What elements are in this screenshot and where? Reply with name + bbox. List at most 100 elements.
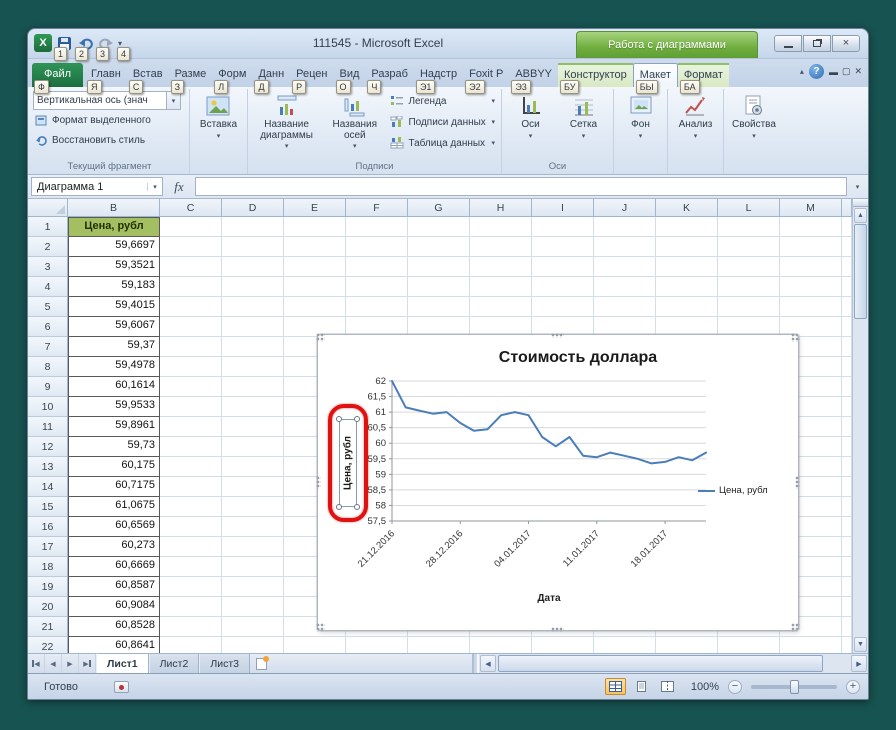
cell-B2[interactable]: 59,6697 bbox=[68, 237, 160, 257]
row-header-15[interactable]: 15 bbox=[28, 497, 68, 517]
cell-E4[interactable] bbox=[284, 277, 346, 297]
insert-sheet-button[interactable] bbox=[250, 654, 274, 673]
cell-B12[interactable]: 59,73 bbox=[68, 437, 160, 457]
properties-button[interactable]: Свойства ▾ bbox=[729, 91, 779, 160]
cell-B11[interactable]: 59,8961 bbox=[68, 417, 160, 437]
column-header-D[interactable]: D bbox=[222, 199, 284, 217]
row-header-12[interactable]: 12 bbox=[28, 437, 68, 457]
sheet-tab-Лист2[interactable]: Лист2 bbox=[149, 654, 200, 673]
cell-B4[interactable]: 59,183 bbox=[68, 277, 160, 297]
column-header-C[interactable]: C bbox=[160, 199, 222, 217]
cell-C20[interactable] bbox=[160, 597, 222, 617]
selection-handle[interactable] bbox=[336, 504, 342, 510]
cell-K3[interactable] bbox=[656, 257, 718, 277]
format-selection-button[interactable]: Формат выделенного bbox=[33, 111, 186, 130]
cell-C16[interactable] bbox=[160, 517, 222, 537]
row-header-1[interactable]: 1 bbox=[28, 217, 68, 237]
cell-D6[interactable] bbox=[222, 317, 284, 337]
cell-E3[interactable] bbox=[284, 257, 346, 277]
first-sheet-button[interactable]: ◀ bbox=[28, 654, 45, 673]
tab-Разме[interactable]: РазмеЗ bbox=[169, 63, 213, 87]
cell-B3[interactable]: 59,3521 bbox=[68, 257, 160, 277]
cell-D5[interactable] bbox=[222, 297, 284, 317]
column-header-J[interactable]: J bbox=[594, 199, 656, 217]
cell-B16[interactable]: 60,6569 bbox=[68, 517, 160, 537]
cell-B7[interactable]: 59,37 bbox=[68, 337, 160, 357]
cell-C2[interactable] bbox=[160, 237, 222, 257]
cell-E1[interactable] bbox=[284, 217, 346, 237]
minimize-button[interactable] bbox=[774, 35, 802, 52]
cell-L3[interactable] bbox=[718, 257, 780, 277]
restore-button[interactable] bbox=[803, 35, 831, 52]
tab-Формат[interactable]: ФорматБА bbox=[678, 63, 729, 87]
select-all-corner[interactable] bbox=[28, 199, 68, 217]
selection-handle[interactable] bbox=[354, 504, 360, 510]
cell-H3[interactable] bbox=[470, 257, 532, 277]
row-header-20[interactable]: 20 bbox=[28, 597, 68, 617]
cell-F22[interactable] bbox=[346, 637, 408, 653]
cell-M5[interactable] bbox=[780, 297, 842, 317]
tab-Рецен[interactable]: РеценР bbox=[290, 63, 333, 87]
cell-C17[interactable] bbox=[160, 537, 222, 557]
insert-function-button[interactable]: fx bbox=[166, 179, 192, 195]
cell-C7[interactable] bbox=[160, 337, 222, 357]
cell-F2[interactable] bbox=[346, 237, 408, 257]
selection-handle[interactable] bbox=[336, 416, 342, 422]
horizontal-scroll-track[interactable] bbox=[497, 655, 850, 672]
cell-G1[interactable] bbox=[408, 217, 470, 237]
workbook-restore-icon[interactable]: ▢ bbox=[842, 66, 851, 77]
cell-C18[interactable] bbox=[160, 557, 222, 577]
cell-D4[interactable] bbox=[222, 277, 284, 297]
cell-D17[interactable] bbox=[222, 537, 284, 557]
data-table-button[interactable]: Таблица данных ▾ bbox=[387, 133, 498, 153]
cell-K22[interactable] bbox=[656, 637, 718, 653]
row-header-10[interactable]: 10 bbox=[28, 397, 68, 417]
cell-B1[interactable]: Цена, рубл bbox=[68, 217, 160, 237]
tab-Файл[interactable]: ФайлФ bbox=[32, 63, 83, 87]
cell-C19[interactable] bbox=[160, 577, 222, 597]
cell-B13[interactable]: 60,175 bbox=[68, 457, 160, 477]
zoom-out-button[interactable]: − bbox=[728, 680, 742, 694]
cell-B5[interactable]: 59,4015 bbox=[68, 297, 160, 317]
row-header-6[interactable]: 6 bbox=[28, 317, 68, 337]
insert-button[interactable]: Вставка ▾ bbox=[197, 91, 240, 160]
next-sheet-button[interactable]: ▶ bbox=[62, 654, 79, 673]
cell-D7[interactable] bbox=[222, 337, 284, 357]
cell-I1[interactable] bbox=[532, 217, 594, 237]
tab-Форм[interactable]: ФормЛ bbox=[212, 63, 252, 87]
chart-legend[interactable]: Цена, рубл bbox=[698, 485, 768, 496]
tab-ABBYY[interactable]: ABBYYЭ3 bbox=[509, 63, 558, 87]
chevron-down-icon[interactable]: ▾ bbox=[166, 92, 180, 109]
last-sheet-button[interactable]: ▶ bbox=[79, 654, 96, 673]
cell-J2[interactable] bbox=[594, 237, 656, 257]
cell-B22[interactable]: 60,8641 bbox=[68, 637, 160, 653]
cell-D13[interactable] bbox=[222, 457, 284, 477]
cell-F3[interactable] bbox=[346, 257, 408, 277]
cell-B19[interactable]: 60,8587 bbox=[68, 577, 160, 597]
cell-B20[interactable]: 60,9084 bbox=[68, 597, 160, 617]
tab-Конструктор[interactable]: КонструкторБУ bbox=[558, 63, 633, 87]
row-header-21[interactable]: 21 bbox=[28, 617, 68, 637]
zoom-slider-thumb[interactable] bbox=[790, 680, 799, 694]
vertical-scrollbar[interactable]: ▲ ▼ bbox=[852, 199, 868, 653]
cell-H1[interactable] bbox=[470, 217, 532, 237]
cell-I2[interactable] bbox=[532, 237, 594, 257]
cell-H4[interactable] bbox=[470, 277, 532, 297]
cell-D15[interactable] bbox=[222, 497, 284, 517]
cell-D8[interactable] bbox=[222, 357, 284, 377]
cell-C3[interactable] bbox=[160, 257, 222, 277]
formula-input[interactable] bbox=[195, 177, 847, 196]
cell-H5[interactable] bbox=[470, 297, 532, 317]
column-header-M[interactable]: M bbox=[780, 199, 842, 217]
cell-I4[interactable] bbox=[532, 277, 594, 297]
row-header-19[interactable]: 19 bbox=[28, 577, 68, 597]
cell-L22[interactable] bbox=[718, 637, 780, 653]
selection-handle[interactable] bbox=[354, 416, 360, 422]
cell-B6[interactable]: 59,6067 bbox=[68, 317, 160, 337]
column-header-F[interactable]: F bbox=[346, 199, 408, 217]
cell-B8[interactable]: 59,4978 bbox=[68, 357, 160, 377]
cell-M3[interactable] bbox=[780, 257, 842, 277]
cell-B10[interactable]: 59,9533 bbox=[68, 397, 160, 417]
background-button[interactable]: Фон ▾ bbox=[627, 91, 655, 160]
scroll-down-button[interactable]: ▼ bbox=[854, 637, 867, 652]
